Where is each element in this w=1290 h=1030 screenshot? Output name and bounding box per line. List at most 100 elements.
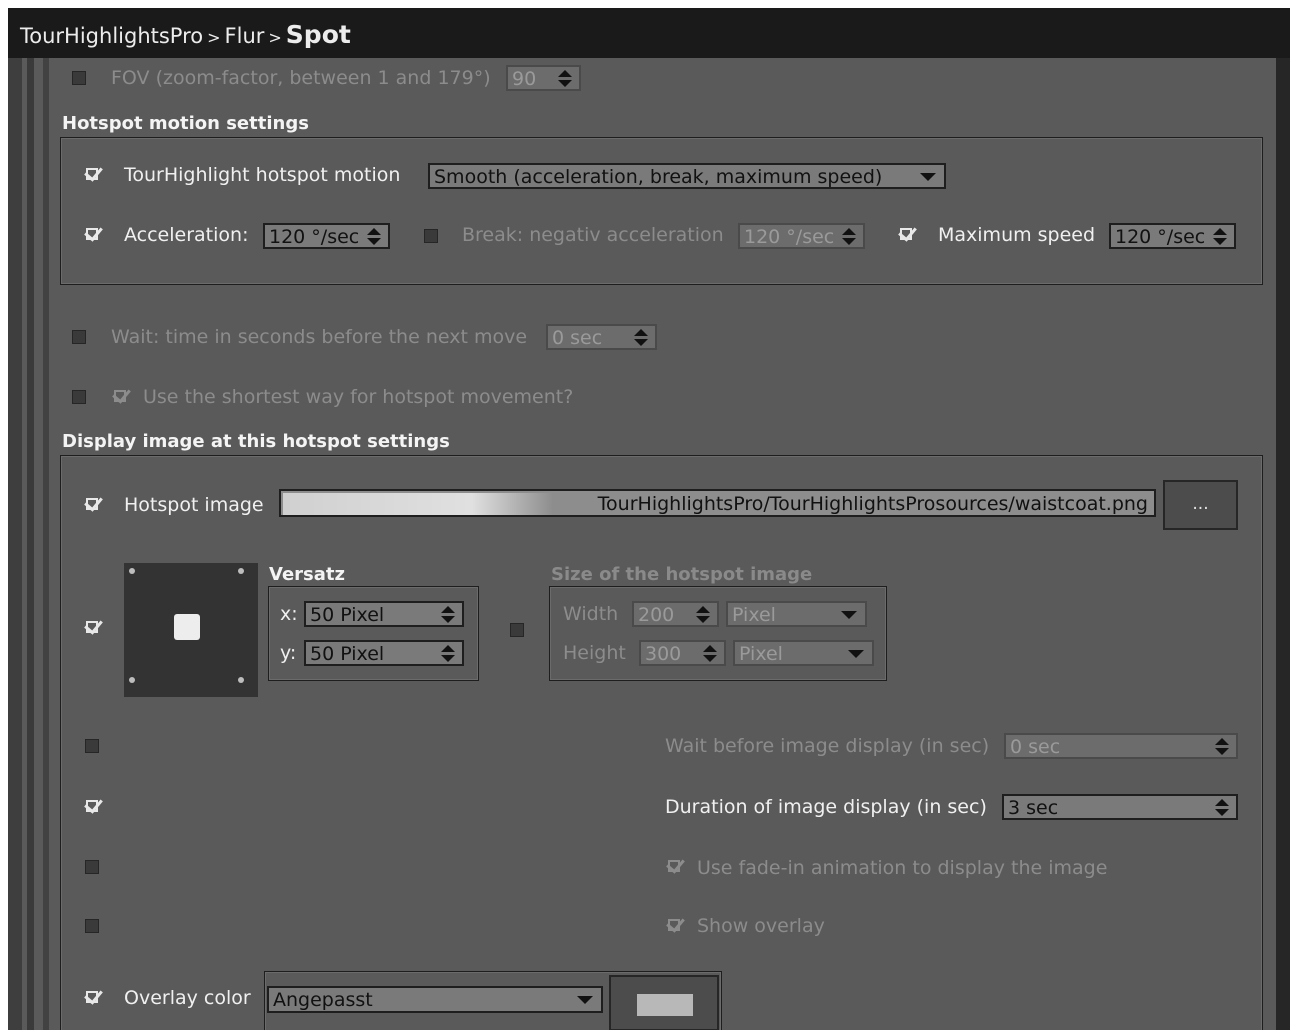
versatz-x-value: 50 Pixel bbox=[310, 604, 385, 626]
fov-checkbox[interactable] bbox=[72, 71, 86, 85]
spin-arrows-icon bbox=[367, 228, 381, 245]
hotspot-motion-value: Smooth (acceleration, break, maximum spe… bbox=[434, 166, 883, 188]
motion-settings-header: Hotspot motion settings bbox=[62, 113, 309, 134]
scrollbar[interactable] bbox=[1276, 58, 1290, 1030]
acceleration-value: 120 °/sec bbox=[269, 226, 360, 248]
overlay-color-checkbox[interactable] bbox=[84, 987, 103, 1006]
versatz-x-spinbox[interactable]: 50 Pixel bbox=[304, 601, 464, 627]
fov-value: 90 bbox=[512, 68, 537, 90]
max-speed-checkbox[interactable] bbox=[898, 224, 917, 243]
wait-value: 0 sec bbox=[552, 327, 603, 349]
fov-label: FOV (zoom-factor, between 1 and 179°) bbox=[111, 67, 491, 89]
chevron-down-icon bbox=[848, 650, 864, 658]
browse-button[interactable]: ... bbox=[1163, 480, 1238, 530]
spin-arrows-icon bbox=[1215, 799, 1229, 816]
shortest-way-inner-checkbox[interactable] bbox=[112, 386, 131, 405]
duration-spinbox[interactable]: 3 sec bbox=[1002, 794, 1238, 820]
wait-spinbox[interactable]: 0 sec bbox=[546, 324, 657, 350]
break-spinbox[interactable]: 120 °/sec bbox=[738, 223, 865, 249]
versatz-y-label: y: bbox=[280, 642, 297, 664]
spin-arrows-icon bbox=[441, 606, 455, 623]
corner-dot bbox=[129, 568, 135, 574]
fade-in-label: Use fade-in animation to display the ima… bbox=[697, 857, 1108, 879]
spin-arrows-icon bbox=[1213, 228, 1227, 245]
duration-checkbox[interactable] bbox=[84, 796, 103, 815]
fade-in-inner-checkbox[interactable] bbox=[666, 856, 685, 875]
chevron-down-icon bbox=[841, 611, 857, 619]
versatz-y-spinbox[interactable]: 50 Pixel bbox=[304, 640, 464, 666]
chevron-down-icon bbox=[577, 996, 593, 1004]
wait-before-checkbox[interactable] bbox=[85, 739, 99, 753]
spin-arrows-icon bbox=[703, 645, 717, 662]
acceleration-checkbox[interactable] bbox=[84, 224, 103, 243]
duration-label: Duration of image display (in sec) bbox=[665, 796, 987, 818]
wait-label: Wait: time in seconds before the next mo… bbox=[111, 326, 528, 348]
title-bar: TourHighlightsPro > Flur > Spot bbox=[8, 8, 1290, 58]
wait-before-spinbox[interactable]: 0 sec bbox=[1004, 733, 1238, 759]
spin-arrows-icon bbox=[558, 70, 572, 87]
width-label: Width bbox=[563, 603, 619, 625]
corner-dot bbox=[129, 677, 135, 683]
spin-arrows-icon bbox=[1215, 738, 1229, 755]
height-spinbox[interactable]: 300 bbox=[639, 640, 726, 666]
hotspot-image-preview bbox=[124, 563, 258, 697]
breadcrumb-root[interactable]: TourHighlightsPro bbox=[20, 24, 203, 48]
height-unit-dropdown[interactable]: Pixel bbox=[733, 640, 874, 666]
hotspot-motion-checkbox[interactable] bbox=[84, 164, 103, 183]
hotspot-motion-dropdown[interactable]: Smooth (acceleration, break, maximum spe… bbox=[428, 163, 946, 189]
overlay-color-value: Angepasst bbox=[273, 989, 373, 1011]
width-unit-dropdown[interactable]: Pixel bbox=[726, 601, 867, 627]
show-overlay-checkbox[interactable] bbox=[85, 919, 99, 933]
size-header: Size of the hotspot image bbox=[551, 564, 813, 585]
height-unit: Pixel bbox=[739, 643, 783, 665]
height-value: 300 bbox=[645, 643, 682, 665]
color-swatch bbox=[637, 994, 693, 1016]
hotspot-image-label: Hotspot image bbox=[124, 494, 264, 516]
left-panel-edge bbox=[8, 58, 22, 1030]
overlay-color-dropdown[interactable]: Angepasst bbox=[267, 986, 603, 1013]
chevron-down-icon bbox=[920, 173, 936, 181]
break-value: 120 °/sec bbox=[744, 226, 835, 248]
hotspot-image-path-field[interactable]: TourHighlightsPro/TourHighlightsProsourc… bbox=[279, 489, 1156, 517]
versatz-header: Versatz bbox=[269, 564, 345, 585]
left-panel-edge bbox=[27, 58, 34, 1030]
versatz-y-value: 50 Pixel bbox=[310, 643, 385, 665]
width-value: 200 bbox=[638, 604, 675, 626]
break-label: Break: negativ acceleration bbox=[462, 224, 724, 246]
fov-spinbox[interactable]: 90 bbox=[506, 65, 581, 91]
acceleration-spinbox[interactable]: 120 °/sec bbox=[263, 223, 390, 249]
show-overlay-inner-checkbox[interactable] bbox=[666, 915, 685, 934]
hotspot-image-path: TourHighlightsPro/TourHighlightsProsourc… bbox=[597, 493, 1148, 515]
corner-dot bbox=[238, 677, 244, 683]
overlay-color-button[interactable] bbox=[609, 975, 719, 1030]
breadcrumb-separator: > bbox=[268, 28, 282, 47]
breadcrumb-current: Spot bbox=[285, 20, 351, 49]
height-label: Height bbox=[563, 642, 626, 664]
width-spinbox[interactable]: 200 bbox=[632, 601, 719, 627]
show-overlay-label: Show overlay bbox=[697, 915, 825, 937]
spin-arrows-icon bbox=[696, 606, 710, 623]
spin-arrows-icon bbox=[842, 228, 856, 245]
settings-window: TourHighlightsPro > Flur > Spot FOV (zoom-fa… bbox=[8, 8, 1290, 1030]
hotspot-image-checkbox[interactable] bbox=[84, 494, 103, 513]
shortest-way-checkbox[interactable] bbox=[72, 390, 86, 404]
wait-before-label: Wait before image display (in sec) bbox=[665, 735, 990, 757]
duration-value: 3 sec bbox=[1008, 797, 1059, 819]
hotspot-motion-label: TourHighlight hotspot motion bbox=[124, 164, 401, 186]
breadcrumb-separator: > bbox=[207, 28, 221, 47]
break-checkbox[interactable] bbox=[424, 229, 438, 243]
max-speed-spinbox[interactable]: 120 °/sec bbox=[1109, 223, 1236, 249]
breadcrumb-middle[interactable]: Flur bbox=[225, 24, 265, 48]
motion-settings-group bbox=[60, 137, 1263, 285]
max-speed-value: 120 °/sec bbox=[1115, 226, 1206, 248]
fade-in-checkbox[interactable] bbox=[85, 860, 99, 874]
max-speed-label: Maximum speed bbox=[938, 224, 1096, 246]
left-panel-edge bbox=[43, 58, 49, 1030]
wait-before-value: 0 sec bbox=[1010, 736, 1061, 758]
size-checkbox[interactable] bbox=[510, 623, 524, 637]
redacted-path bbox=[283, 493, 553, 515]
versatz-checkbox[interactable] bbox=[84, 617, 103, 636]
offset-anchor-icon[interactable] bbox=[174, 614, 200, 640]
wait-checkbox[interactable] bbox=[72, 330, 86, 344]
acceleration-label: Acceleration: bbox=[124, 224, 249, 246]
